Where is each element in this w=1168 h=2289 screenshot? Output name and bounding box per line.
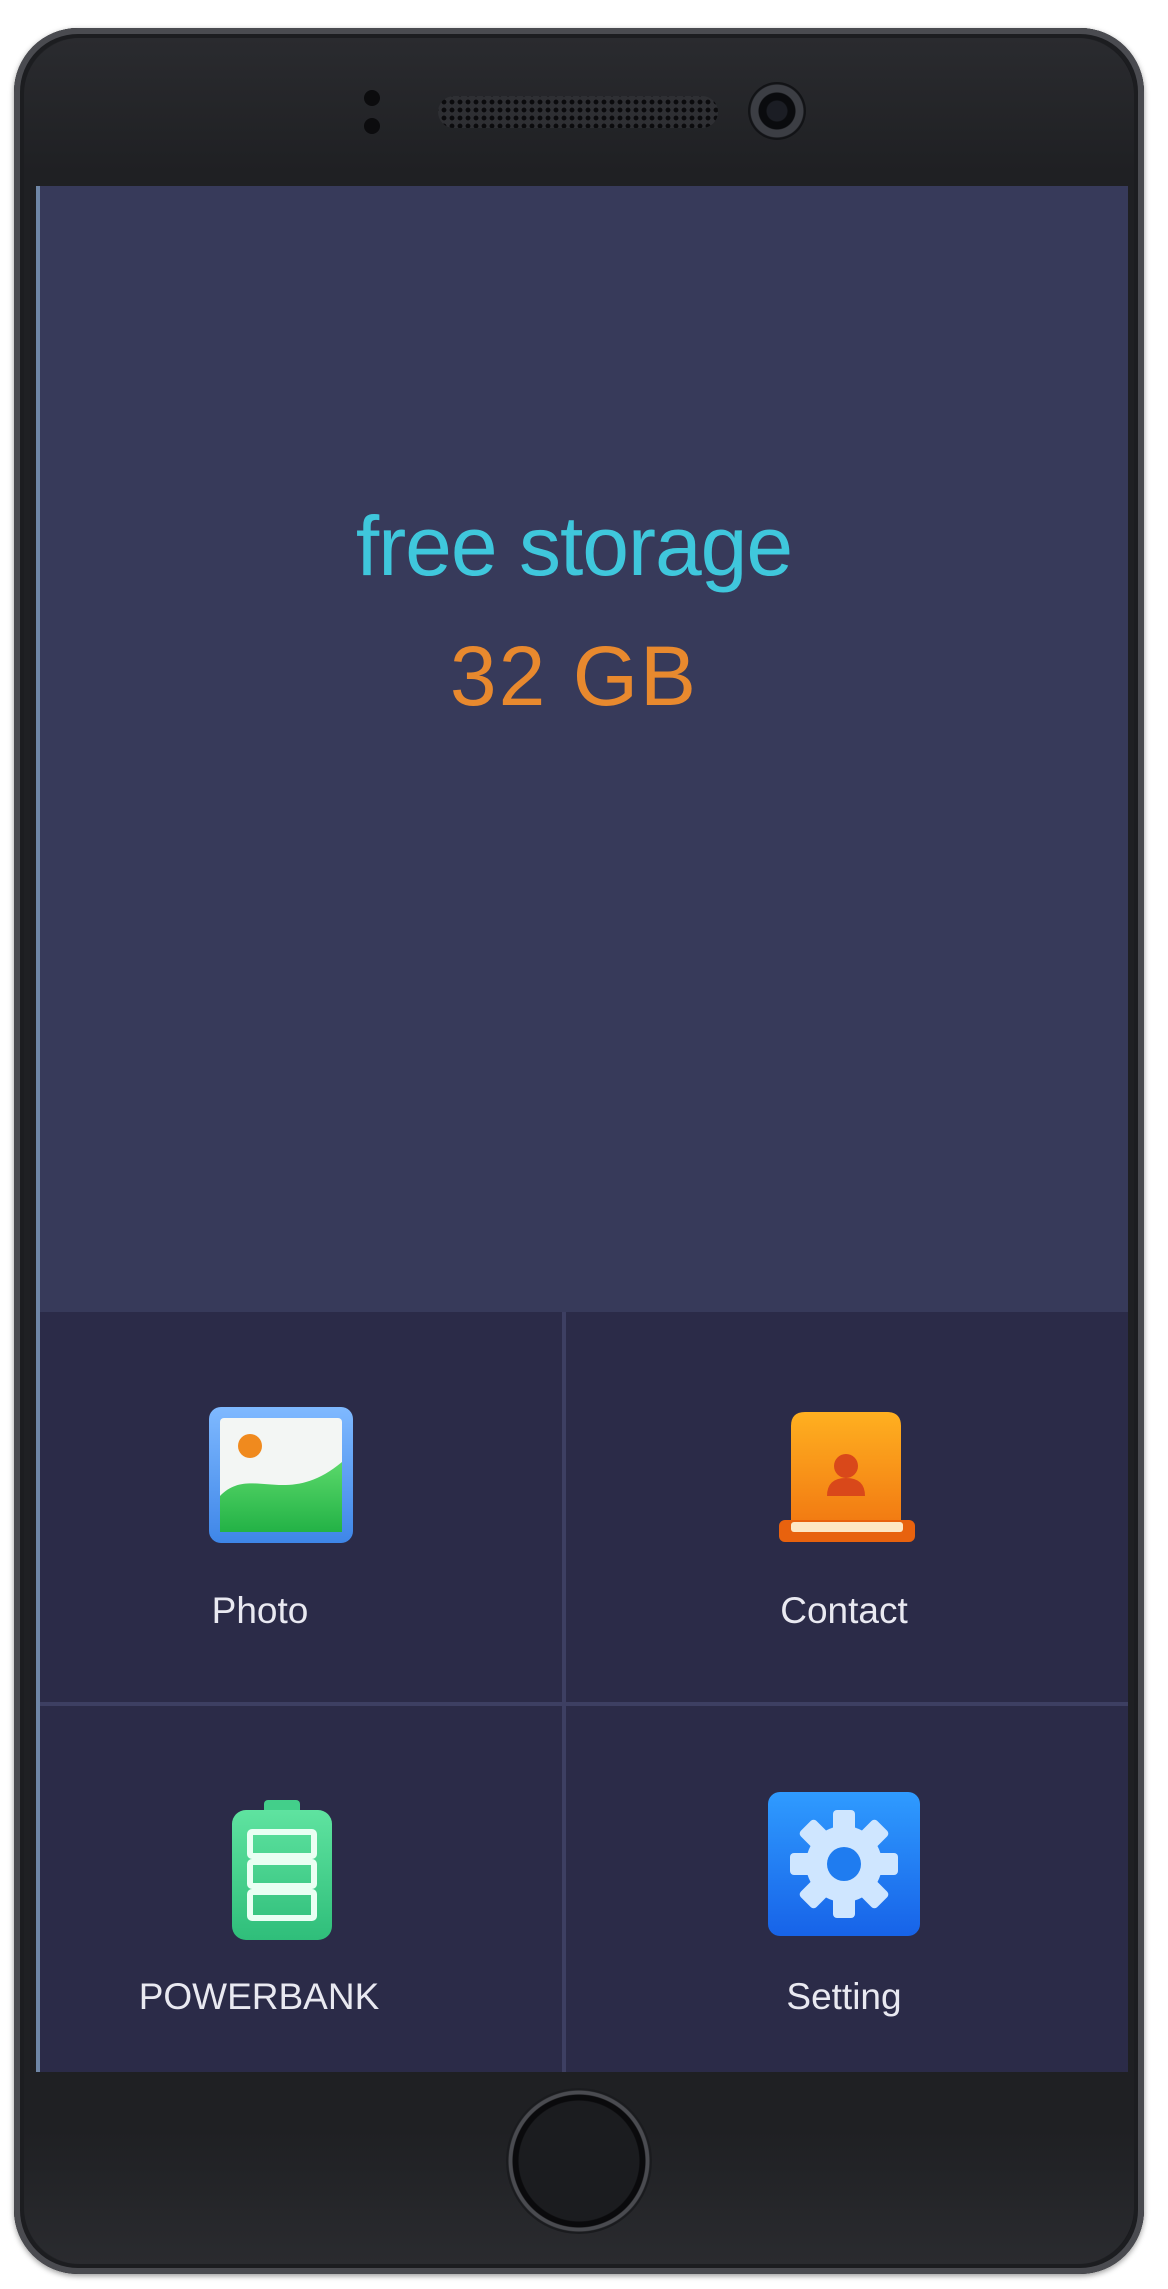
front-camera — [748, 82, 806, 140]
app-label-contact: Contact — [780, 1590, 908, 1631]
phone-screen: free storage 32 GB Photo Contact POWERBA… — [40, 186, 1128, 2072]
gear-icon — [764, 1788, 924, 1940]
app-label-powerbank: POWERBANK — [138, 1976, 380, 2017]
app-grid: Photo Contact POWERBANK Setting — [40, 1312, 1128, 2072]
app-tile-setting[interactable]: Setting — [566, 1706, 1128, 2072]
earpiece-speaker — [438, 96, 718, 128]
grid-divider-vertical — [562, 1312, 566, 2072]
contact-book-icon — [769, 1408, 919, 1550]
app-tile-powerbank[interactable]: POWERBANK — [40, 1706, 562, 2072]
home-button[interactable] — [506, 2088, 652, 2234]
battery-icon — [228, 1798, 338, 1944]
proximity-sensor — [362, 88, 382, 138]
app-label-photo: Photo — [211, 1590, 309, 1631]
free-storage-value: 32 GB — [449, 629, 699, 723]
free-storage-label: free storage — [355, 499, 793, 593]
photo-icon — [206, 1404, 356, 1546]
app-tile-contact[interactable]: Contact — [566, 1312, 1128, 1702]
app-label-setting: Setting — [786, 1976, 902, 2017]
app-tile-photo[interactable]: Photo — [40, 1312, 562, 1702]
grid-divider-horizontal — [40, 1702, 1128, 1706]
